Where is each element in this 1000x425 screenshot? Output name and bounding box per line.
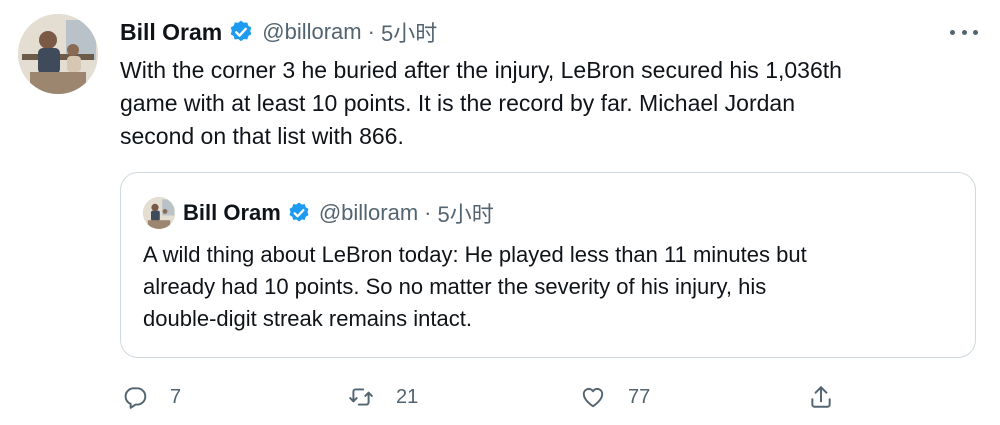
reply-count: 7 bbox=[170, 385, 182, 408]
share-icon bbox=[811, 386, 831, 408]
reply-icon bbox=[124, 387, 147, 409]
separator-dot: · bbox=[424, 200, 432, 225]
tweet-header: Bill Oram @billoram · 5小时 bbox=[120, 14, 437, 50]
quoted-tweet[interactable]: Bill Oram @billoram · 5小时 A wild thing a… bbox=[120, 172, 976, 358]
like-icon bbox=[582, 387, 604, 408]
retweet-icon bbox=[349, 388, 373, 406]
verified-icon bbox=[228, 19, 254, 45]
reply-button[interactable]: 7 bbox=[122, 378, 181, 416]
author-name[interactable]: Bill Oram bbox=[120, 19, 222, 46]
like-count: 77 bbox=[628, 385, 651, 408]
separator-dot: · bbox=[367, 19, 375, 44]
tweet-text: With the corner 3 he buried after the in… bbox=[120, 57, 842, 149]
author-handle[interactable]: @billoram bbox=[262, 19, 361, 45]
quoted-author-handle: @billoram bbox=[318, 200, 419, 225]
quoted-tweet-timestamp: 5小时 bbox=[437, 202, 494, 227]
more-dot bbox=[973, 29, 978, 35]
retweet-button[interactable]: 21 bbox=[348, 378, 418, 416]
more-dot bbox=[950, 29, 955, 35]
more-icon[interactable] bbox=[944, 20, 984, 44]
share-button[interactable] bbox=[808, 378, 834, 416]
quoted-tweet-header: Bill Oram @billoram · 5小时 bbox=[143, 195, 494, 231]
retweet-count: 21 bbox=[396, 385, 419, 408]
more-dot bbox=[961, 29, 967, 35]
author-avatar[interactable] bbox=[18, 14, 98, 94]
verified-icon bbox=[287, 201, 311, 225]
quoted-author-name: Bill Oram bbox=[183, 200, 281, 225]
tweet-actions: 7 21 77 bbox=[120, 378, 850, 416]
like-button[interactable]: 77 bbox=[580, 378, 650, 416]
quoted-author-avatar bbox=[143, 197, 175, 229]
avatar-photo bbox=[18, 14, 98, 94]
tweet-timestamp[interactable]: 5小时 bbox=[381, 16, 437, 48]
quoted-tweet-text: A wild thing about LeBron today: He play… bbox=[143, 242, 807, 331]
